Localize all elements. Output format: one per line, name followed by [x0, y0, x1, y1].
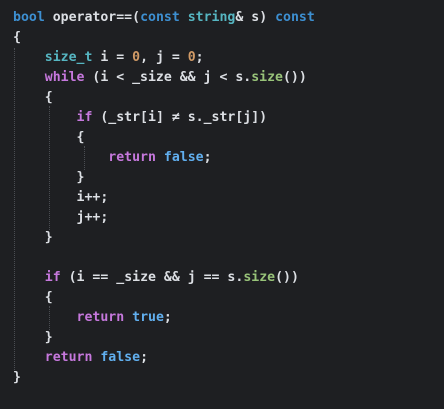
code-token: true — [132, 310, 164, 325]
code-token: return — [108, 150, 156, 165]
code-token: while — [44, 70, 85, 85]
code-token: ()) — [282, 70, 307, 85]
code-token: string — [187, 10, 236, 25]
code-token: return — [76, 310, 125, 325]
code-token: (i < _size && j < s. — [84, 70, 252, 85]
code-token: return — [44, 350, 93, 365]
code-token: ≠ — [171, 110, 180, 125]
code-line[interactable]: return false; — [13, 348, 148, 368]
code-line[interactable]: { — [13, 88, 53, 108]
code-token: (i — [60, 270, 93, 285]
code-line[interactable]: } — [13, 368, 21, 388]
code-line[interactable]: } — [13, 228, 53, 248]
code-line[interactable]: while (i < _size && j < s.size()) — [13, 68, 307, 88]
code-token: ; — [140, 350, 149, 365]
code-token: ( — [132, 10, 141, 25]
code-line[interactable]: i++; — [13, 188, 109, 208]
code-token: _size && j — [108, 270, 204, 285]
code-token: if — [76, 110, 93, 125]
code-token: i = — [92, 50, 133, 65]
code-token: 0 — [187, 50, 196, 65]
code-token: (_str[i] — [92, 110, 172, 125]
code-token: operator — [44, 10, 117, 25]
code-token: == — [203, 270, 220, 285]
code-line[interactable]: bool operator==(const string& s) const — [13, 8, 315, 28]
code-token: { — [13, 130, 85, 145]
code-token: size — [243, 270, 276, 285]
code-token: s._str[j]) — [179, 110, 268, 125]
code-token: { — [13, 290, 53, 305]
code-token: bool — [13, 10, 45, 25]
code-token: false — [163, 150, 204, 165]
code-token: const — [140, 10, 180, 25]
code-line[interactable]: return true; — [13, 308, 172, 328]
code-token: size — [251, 70, 283, 85]
code-token: const — [275, 10, 315, 25]
code-token: } — [13, 170, 85, 185]
code-token: } — [13, 330, 53, 345]
code-token: } — [13, 370, 21, 385]
code-token: == — [92, 270, 109, 285]
code-editor[interactable]: bool operator==(const string& s) const{ … — [0, 0, 444, 409]
code-token: == — [116, 10, 133, 25]
code-token: , j = — [140, 50, 188, 65]
code-token: if — [44, 270, 61, 285]
code-token: j++; — [13, 210, 109, 225]
code-line[interactable]: return false; — [13, 148, 212, 168]
code-token: & s) — [235, 10, 276, 25]
code-token: ; — [163, 310, 172, 325]
code-token: size_t — [44, 50, 93, 65]
code-line[interactable]: if (i == _size && j == s.size()) — [13, 268, 299, 288]
code-line[interactable]: { — [13, 288, 53, 308]
code-token: i++; — [13, 190, 109, 205]
code-token: ; — [195, 50, 204, 65]
code-token: ; — [203, 150, 212, 165]
code-token: } — [13, 230, 53, 245]
code-token: { — [13, 30, 21, 45]
code-token: 0 — [132, 50, 141, 65]
code-line[interactable]: } — [13, 328, 53, 348]
code-line[interactable]: { — [13, 28, 21, 48]
code-line[interactable]: size_t i = 0, j = 0; — [13, 48, 204, 68]
code-line[interactable]: if (_str[i] ≠ s._str[j]) — [13, 108, 268, 128]
code-token: { — [13, 90, 53, 105]
code-line[interactable]: } — [13, 168, 85, 188]
code-token: ()) — [275, 270, 299, 285]
code-token: s. — [219, 270, 244, 285]
code-line[interactable]: { — [13, 128, 85, 148]
code-token: false — [100, 350, 141, 365]
code-line[interactable]: j++; — [13, 208, 109, 228]
